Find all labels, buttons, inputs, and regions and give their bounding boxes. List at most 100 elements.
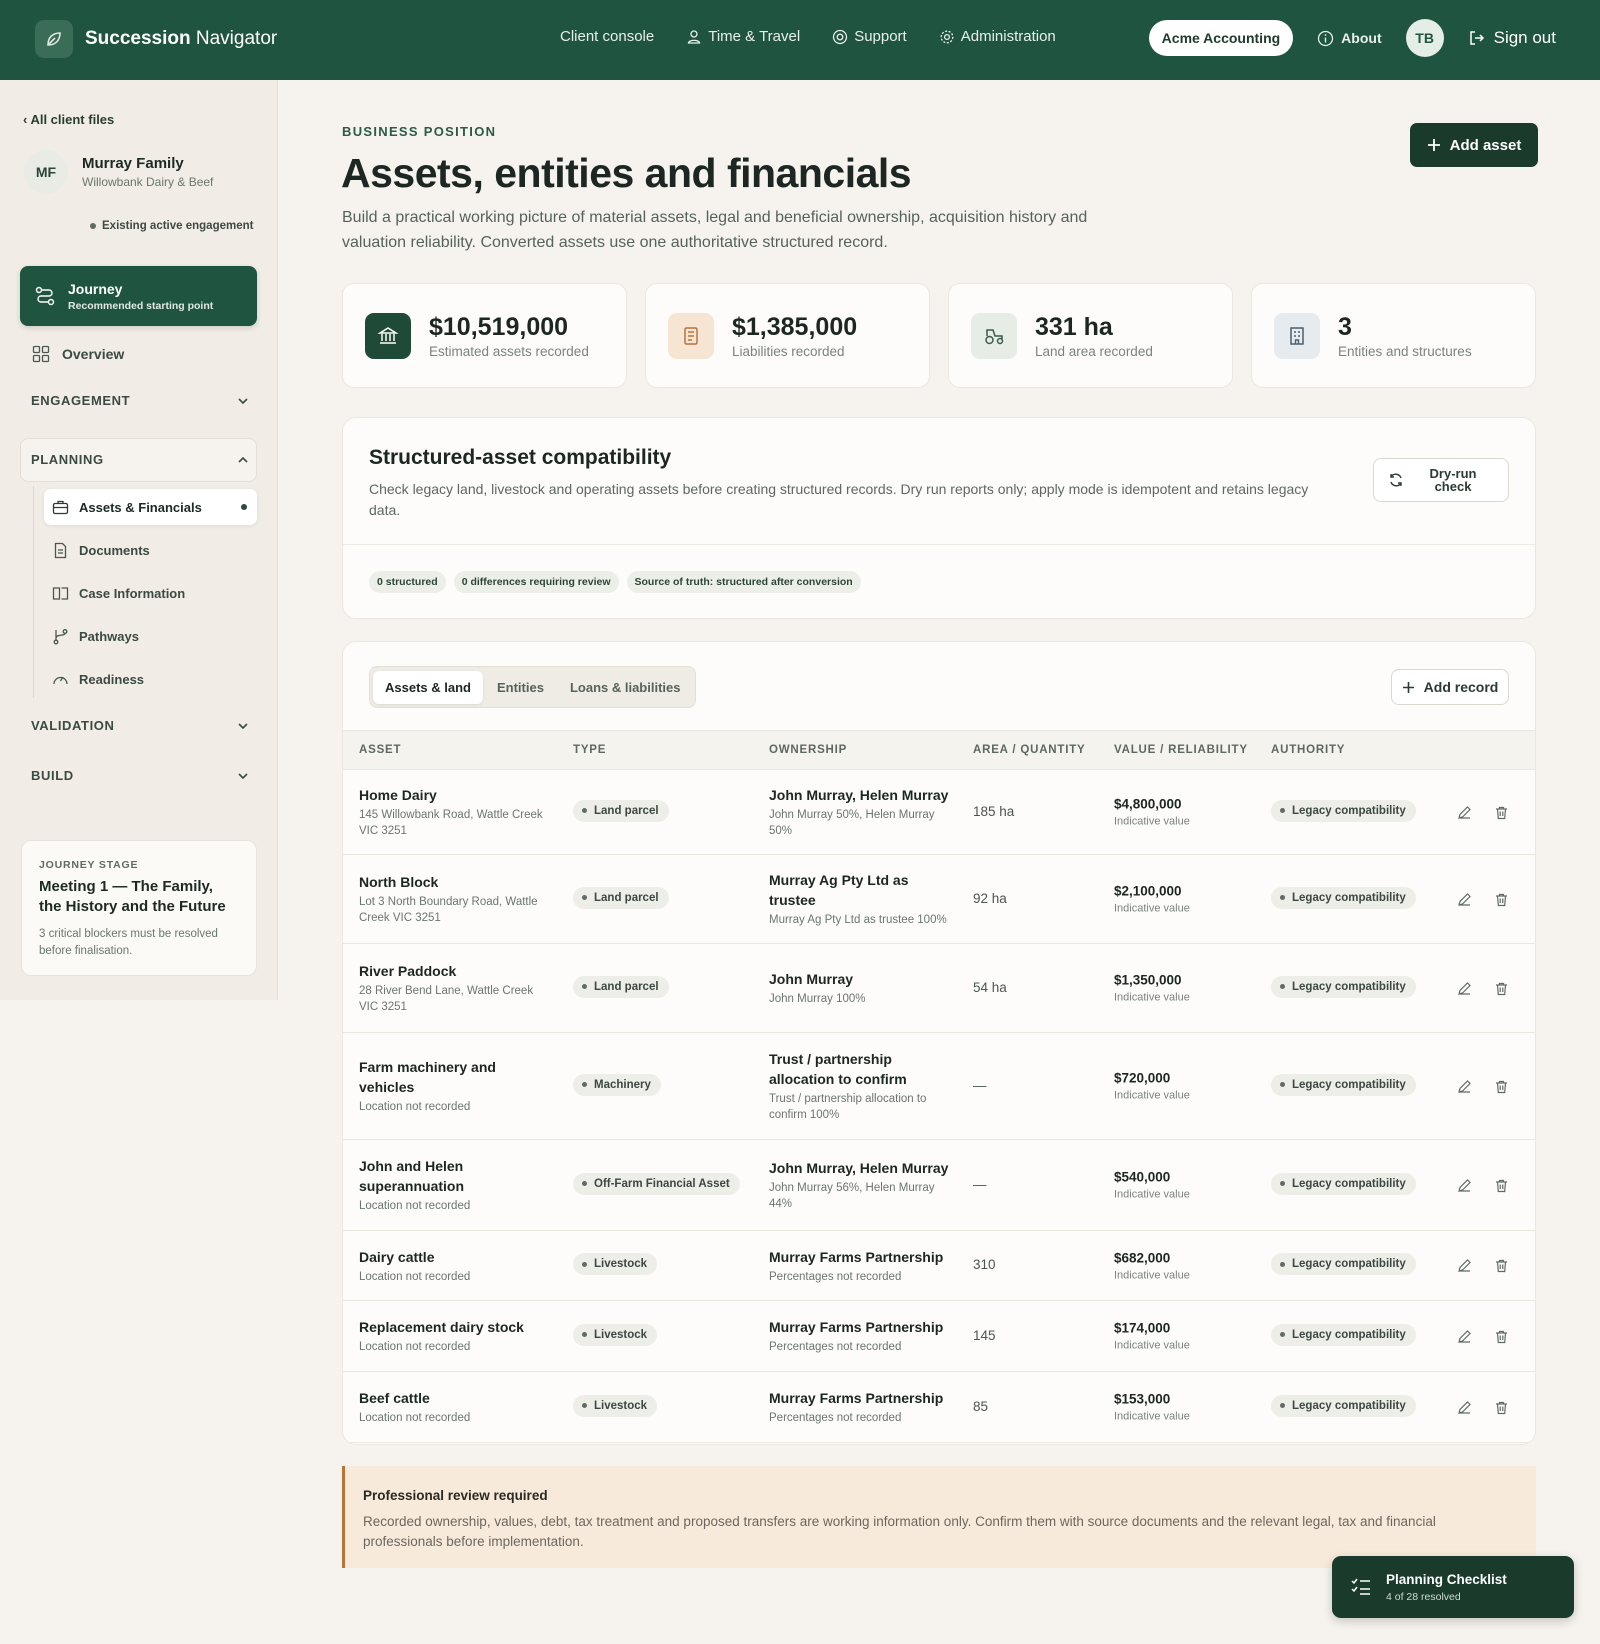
organisation-switcher[interactable]: Acme Accounting [1148, 20, 1294, 56]
delete-trash-icon[interactable] [1494, 981, 1509, 1001]
user-avatar[interactable]: TB [1405, 19, 1444, 57]
table-row[interactable]: Replacement dairy stock Location not rec… [343, 1301, 1535, 1372]
delete-trash-icon[interactable] [1494, 892, 1509, 912]
add-asset-button[interactable]: Add asset [1410, 123, 1538, 167]
sidebar-item-documents[interactable]: Documents [44, 532, 257, 568]
quantity-cell: — [973, 1176, 987, 1192]
section-planning[interactable]: PLANNING [31, 452, 249, 467]
edit-pencil-icon[interactable] [1457, 1258, 1472, 1278]
table-row[interactable]: Home Dairy 145 Willowbank Road, Wattle C… [343, 770, 1535, 855]
nav-label: Client console [560, 28, 655, 45]
edit-pencil-icon[interactable] [1457, 1079, 1472, 1099]
edit-pencil-icon[interactable] [1457, 1178, 1472, 1198]
status-chip: 0 structured [369, 571, 446, 593]
sidebar-item-readiness[interactable]: Readiness [44, 661, 257, 697]
asset-cell: River Paddock 28 River Bend Lane, Wattle… [359, 961, 549, 1015]
about-link[interactable]: About [1317, 30, 1382, 47]
sidebar-item-label: Assets & Financials [79, 499, 202, 515]
delete-trash-icon[interactable] [1494, 1079, 1509, 1099]
quantity-cell: 92 ha [973, 890, 1007, 906]
authority-label: Legacy compatibility [1292, 1258, 1406, 1270]
nav-support[interactable]: Support [832, 28, 907, 45]
stat-label: Land area recorded [1035, 343, 1153, 359]
value-reliability: Indicative value [1114, 1269, 1190, 1281]
planning-checklist-button[interactable]: Planning Checklist 4 of 28 resolved [1332, 1556, 1574, 1618]
brand-name-light: Navigator [195, 28, 278, 49]
quantity-cell: 310 [973, 1257, 996, 1272]
ownership-cell: Murray Farms Partnership Percentages not… [769, 1317, 949, 1355]
client-name: Murray Family [82, 155, 184, 172]
owner-name: John Murray, Helen Murray [769, 787, 949, 803]
section-validation[interactable]: VALIDATION [31, 718, 249, 733]
authority-badge: Legacy compatibility [1271, 1253, 1416, 1275]
sidebar-item-overview[interactable]: Overview [32, 345, 124, 363]
grid-icon [32, 345, 50, 363]
delete-trash-icon[interactable] [1494, 1400, 1509, 1420]
edit-pencil-icon[interactable] [1457, 981, 1472, 1001]
compatibility-card: Structured-asset compatibility Check leg… [342, 417, 1536, 619]
dry-run-check-button[interactable]: Dry-run check [1373, 458, 1509, 502]
section-engagement[interactable]: ENGAGEMENT [31, 393, 249, 408]
authority-cell: Legacy compatibility [1271, 1394, 1416, 1417]
compatibility-chips: 0 structured 0 differences requiring rev… [369, 571, 861, 593]
delete-trash-icon[interactable] [1494, 1178, 1509, 1198]
delete-trash-icon[interactable] [1494, 1258, 1509, 1278]
stat-liabilities: $1,385,000 Liabilities recorded [645, 283, 930, 388]
delete-trash-icon[interactable] [1494, 1329, 1509, 1349]
delete-trash-icon[interactable] [1494, 805, 1509, 825]
value-reliability: Indicative value [1114, 902, 1190, 915]
quantity-cell: 85 [973, 1398, 989, 1414]
edit-pencil-icon[interactable] [1457, 1329, 1472, 1349]
stat-land-area: 331 ha Land area recorded [948, 283, 1233, 388]
section-build[interactable]: BUILD [31, 768, 249, 783]
authority-badge: Legacy compatibility [1271, 975, 1416, 998]
table-row[interactable]: North Block Lot 3 North Boundary Road, W… [343, 855, 1535, 944]
badge-dot-icon [1280, 984, 1285, 989]
brand[interactable]: Succession Navigator [35, 20, 277, 58]
owner-name: Trust / partnership allocation to confir… [769, 1051, 907, 1087]
bank-icon [365, 312, 411, 359]
sidebar-item-case-information[interactable]: Case Information [44, 575, 257, 611]
sidebar-item-label: Readiness [79, 671, 145, 687]
nav-client-console[interactable]: Client console [560, 28, 654, 45]
tab-assets-land[interactable]: Assets & land [373, 670, 483, 704]
main-nav: Client console Time & Travel Support Adm… [560, 28, 1056, 45]
table-row[interactable]: Dairy cattle Location not recorded Lives… [343, 1231, 1535, 1301]
row-actions [1457, 1400, 1509, 1420]
table-row[interactable]: River Paddock 28 River Bend Lane, Wattle… [343, 944, 1535, 1033]
asset-location: Location not recorded [359, 1412, 471, 1424]
sidebar-item-assets-financials[interactable]: Assets & Financials [44, 489, 257, 525]
chevron-down-icon [238, 722, 248, 729]
table-row[interactable]: John and Helen superannuation Location n… [343, 1140, 1535, 1231]
type-label: Land parcel [594, 891, 659, 904]
badge-dot-icon [1280, 1332, 1285, 1337]
tab-entities[interactable]: Entities [485, 671, 556, 704]
chevron-down-icon [238, 397, 248, 404]
edit-pencil-icon[interactable] [1457, 805, 1472, 825]
ledger-icon [668, 312, 714, 359]
table-row[interactable]: Beef cattle Location not recorded Livest… [343, 1372, 1535, 1443]
value-reliability: Indicative value [1114, 1410, 1190, 1423]
asset-value: $682,000 [1114, 1250, 1171, 1265]
all-client-files-link[interactable]: ‹ All client files [23, 112, 114, 127]
tab-loans-liabilities[interactable]: Loans & liabilities [558, 671, 693, 704]
sign-out-button[interactable]: Sign out [1468, 28, 1556, 48]
asset-cell: Dairy cattle Location not recorded [359, 1247, 549, 1285]
section-label: VALIDATION [31, 718, 115, 733]
client-summary: MF Murray Family Willowbank Dairy & Beef [24, 150, 213, 194]
asset-value: $4,800,000 [1114, 796, 1182, 812]
nav-time-travel[interactable]: Time & Travel [686, 28, 800, 45]
edit-pencil-icon[interactable] [1457, 1400, 1472, 1420]
authority-label: Legacy compatibility [1292, 804, 1406, 817]
stat-value: 3 [1338, 312, 1352, 341]
asset-cell: Home Dairy 145 Willowbank Road, Wattle C… [359, 785, 549, 839]
table-row[interactable]: Farm machinery and vehicles Location not… [343, 1033, 1535, 1140]
nav-administration[interactable]: Administration [939, 28, 1056, 45]
add-record-button[interactable]: Add record [1391, 669, 1509, 705]
branch-icon [53, 628, 68, 644]
asset-location: Location not recorded [359, 1341, 471, 1353]
sidebar-item-pathways[interactable]: Pathways [44, 618, 257, 654]
sidebar-item-journey[interactable]: Journey Recommended starting point [20, 266, 257, 326]
edit-pencil-icon[interactable] [1457, 892, 1472, 912]
quantity-cell: 145 [973, 1327, 996, 1343]
